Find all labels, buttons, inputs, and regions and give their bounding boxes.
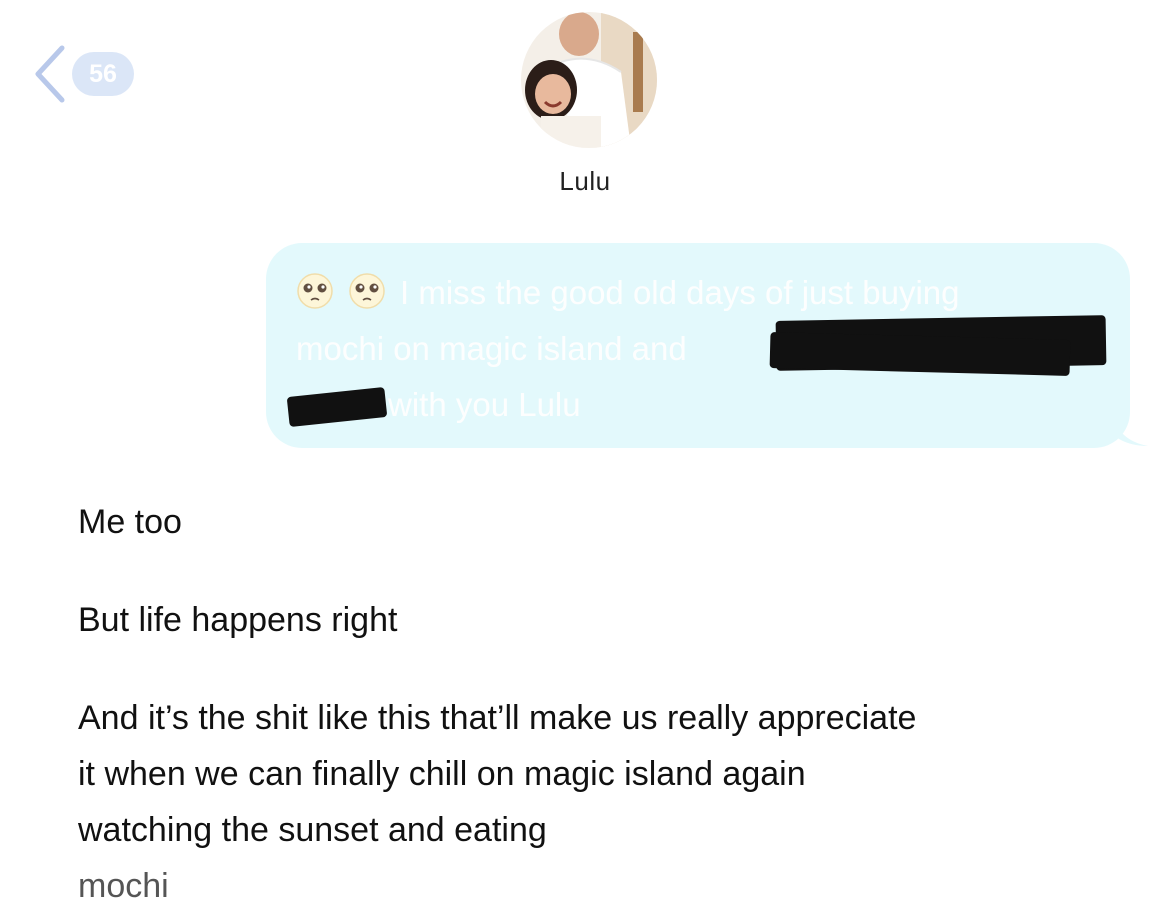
bubble-tail: [1112, 410, 1152, 455]
pleading-face-icon: [348, 271, 386, 309]
sent-text-line-3: with you Lulu: [388, 386, 581, 423]
back-button[interactable]: 56: [32, 44, 134, 104]
received-message: Me too: [78, 503, 182, 541]
unread-count-badge: 56: [72, 52, 134, 96]
contact-name[interactable]: Lulu: [0, 166, 1170, 197]
sent-line-1: I miss the good old days of just buying: [296, 265, 1100, 321]
sent-text-line-2: mochi on magic island and: [296, 330, 687, 367]
received-message: But life happens right: [78, 601, 398, 639]
received-message: mochi: [78, 867, 169, 905]
chevron-left-icon: [32, 44, 68, 104]
sent-text-line-1: I miss the good old days of just buying: [400, 274, 960, 311]
messages-screen: 56 Lulu I miss the good old days of just…: [0, 0, 1170, 907]
pleading-face-icon: [296, 271, 334, 309]
received-message: And it’s the shit like this that’ll make…: [78, 699, 917, 849]
contact-avatar[interactable]: [521, 12, 657, 148]
sent-line-3: with you Lulu: [296, 377, 1100, 433]
